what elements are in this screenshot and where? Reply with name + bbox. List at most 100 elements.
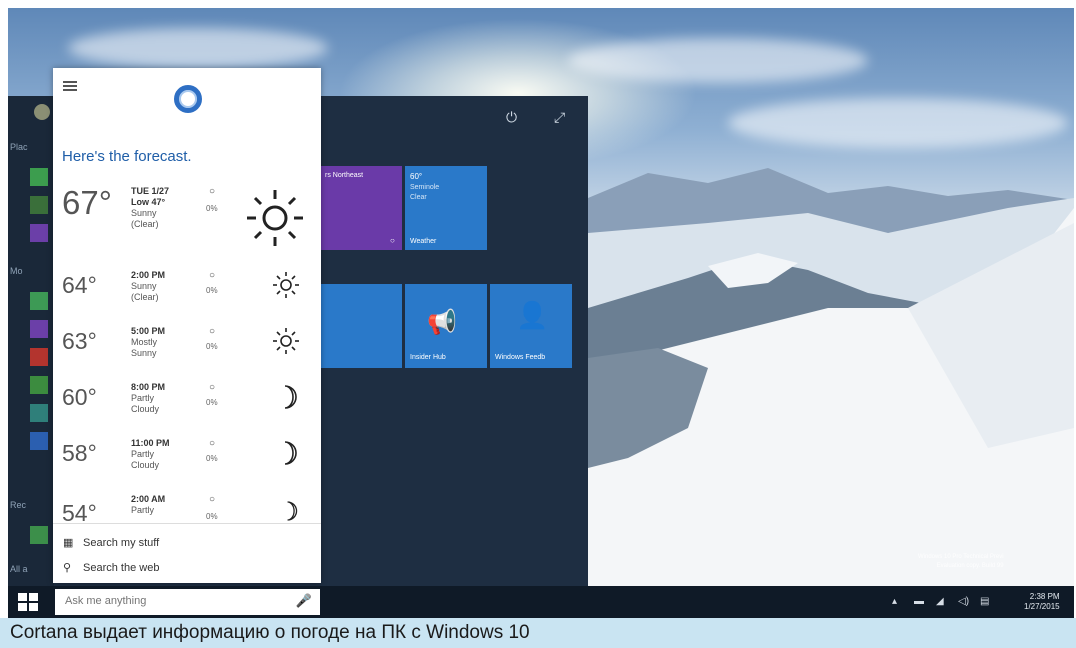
volume-icon[interactable]: ◁) [958,596,969,607]
forecast-condition-detail: (Clear) [131,292,159,302]
precip-chance: 0% [206,398,218,407]
rail-app-icon[interactable] [30,376,48,394]
start-left-rail: Plac Mo Rec All a [8,96,54,588]
rail-app-icon[interactable] [30,432,48,450]
rail-app-icon[interactable] [30,526,48,544]
rail-label-recent: Rec [10,500,27,510]
forecast-time: 2:00 PM [131,270,166,280]
forecast-row: 54° 2:00 AM Partly ○ 0% [53,492,321,523]
tile-badge-icon: ○ [390,236,395,245]
search-input[interactable] [65,595,265,607]
taskbar-clock[interactable]: 2:38 PM 1/27/2015 [1024,592,1060,612]
raindrop-icon: ○ [209,438,216,449]
rail-label-most-used: Mo [10,266,23,276]
precip-chance: 0% [206,342,218,351]
caption-text: Cortana выдает информацию о погоде на ПК… [10,622,530,643]
start-button[interactable] [18,593,38,611]
tile-label: rs Northeast [325,172,364,179]
sun-icon [273,328,299,354]
forecast-row: 58° 11:00 PM Partly Cloudy ○ 0% [53,436,321,498]
forecast-low: Low 47° [131,197,166,207]
action-center-icon[interactable]: ▤ [980,596,989,607]
tile-weather[interactable]: 60° Seminole Clear Weather [405,166,487,250]
power-icon[interactable]: ⏻ [506,109,517,126]
raindrop-icon: ○ [209,494,216,505]
forecast-time: 5:00 PM [131,326,166,336]
moon-icon [284,441,297,465]
tile-label: Insider Hub [410,354,446,361]
precip-chance: 0% [206,454,218,463]
expand-icon[interactable]: ⤢ [554,109,565,126]
rail-label-places: Plac [10,142,28,152]
microphone-icon[interactable]: 🎤 [296,593,312,609]
raindrop-icon: ○ [209,326,216,337]
windows-logo-icon: ▦ [63,537,74,549]
tile-label: Windows Feedb [495,354,546,361]
cortana-search-options: ▦ Search my stuff ⚲ Search the web [53,523,321,583]
build-watermark: Windows 10 Pro Technical Previ Evaluatio… [918,553,1004,571]
megaphone-icon: 📢 [427,309,457,336]
avatar[interactable] [34,104,50,120]
raindrop-icon: ○ [209,382,216,393]
tile-place: Seminole [410,184,440,191]
raindrop-icon: ○ [209,270,216,281]
cortana-panel: Here's the forecast. 67° TUE 1/27 Low 47… [53,68,321,583]
hamburger-menu-icon[interactable] [63,81,77,91]
tile-label: Weather [410,238,437,245]
search-my-stuff-button[interactable]: ▦ Search my stuff [63,536,159,549]
rail-app-icon[interactable] [30,196,48,214]
taskbar: 🎤 ▴ ▬ ◢ ◁) ▤ 2:38 PM 1/27/2015 [8,586,1074,618]
battery-icon[interactable]: ▬ [914,596,924,607]
forecast-row: 64° 2:00 PM Sunny (Clear) ○ 0% [53,268,321,330]
temperature: 58° [62,440,97,466]
sun-icon [273,272,299,298]
tile-news[interactable]: rs Northeast ○ [320,166,402,250]
chevron-up-icon[interactable]: ▴ [892,596,897,607]
rail-app-icon[interactable] [30,348,48,366]
clock-date: 1/27/2015 [1024,602,1060,611]
cortana-logo-icon [174,85,202,113]
search-icon: ⚲ [63,562,72,574]
forecast-condition: Partly [131,505,155,515]
search-my-stuff-label: Search my stuff [83,537,160,549]
rail-app-icon[interactable] [30,224,48,242]
tile-windows-feedback[interactable]: 👤 Windows Feedb [490,284,572,368]
desktop-screen: Plac Mo Rec All a ⏻ ⤢ rs Northeast ○ 60°… [8,8,1074,618]
forecast-time: 8:00 PM [131,382,166,392]
forecast-condition: Partly [131,449,155,459]
taskbar-search-box[interactable]: 🎤 [55,589,320,615]
forecast-time: 11:00 PM [131,438,170,448]
tile-insider-hub[interactable]: 📢 Insider Hub [405,284,487,368]
rail-label-all-apps[interactable]: All a [10,564,28,574]
caption-bar: Cortana выдает информацию о погоде на ПК… [0,618,1076,648]
temperature: 54° [62,500,97,523]
forecast-row: 63° 5:00 PM Mostly Sunny ○ 0% [53,324,321,386]
forecast-condition: Mostly [131,337,158,347]
precip-chance: 0% [206,512,218,521]
raindrop-icon: ○ [209,186,216,197]
forecast-condition-detail: (Clear) [131,219,159,229]
forecast-heading: Here's the forecast. [62,148,192,165]
moon-icon [287,501,298,521]
rail-app-icon[interactable] [30,404,48,422]
tile-blank[interactable] [320,284,402,368]
search-the-web-label: Search the web [83,562,160,574]
watermark-line: Evaluation copy. Build 99 [936,563,1004,569]
network-icon[interactable]: ◢ [936,596,944,607]
temperature: 67° [62,184,112,221]
rail-app-icon[interactable] [30,292,48,310]
forecast-condition: Sunny [131,281,157,291]
forecast-condition-detail: Sunny [131,348,157,358]
forecast-condition-detail: Cloudy [131,404,160,414]
forecast-condition: Sunny [131,208,157,218]
precip-chance: 0% [206,204,218,213]
watermark-line: Windows 10 Pro Technical Previ [918,554,1004,560]
rail-app-icon[interactable] [30,320,48,338]
precip-chance: 0% [206,286,218,295]
clock-time: 2:38 PM [1029,592,1060,601]
temperature: 60° [62,384,97,410]
forecast-condition-detail: Cloudy [131,460,160,470]
search-the-web-button[interactable]: ⚲ Search the web [63,561,159,574]
rail-app-icon[interactable] [30,168,48,186]
feedback-person-icon: 👤 [516,300,549,330]
